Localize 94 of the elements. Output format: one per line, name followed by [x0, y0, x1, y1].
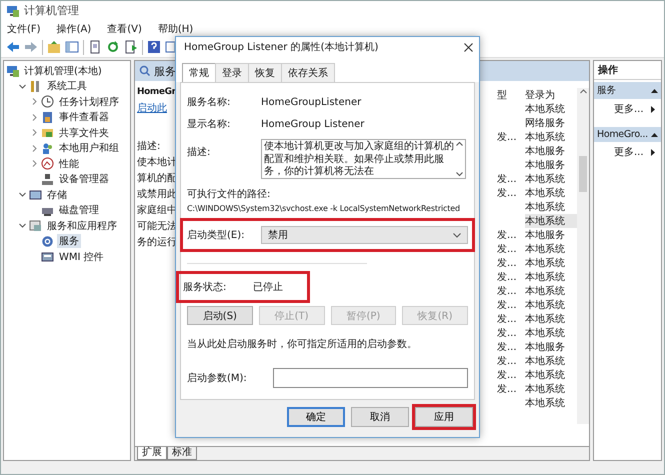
table-cell-text: 发...	[497, 243, 518, 256]
dialog-title: HomeGroup Listener 的属性(本地计算机)	[184, 40, 378, 54]
table-cell-text: 发...	[497, 285, 518, 298]
description-label: 描述:	[137, 140, 160, 153]
table-cell-text: 本地系统	[525, 382, 566, 396]
dialog-button[interactable]: 确定	[287, 407, 345, 427]
table-cell-text: 发...	[497, 229, 518, 242]
table-cell-text: 本地系统	[525, 368, 566, 382]
table-cell-text: 本地服务	[525, 144, 566, 158]
table-cell-text: 发...	[497, 327, 518, 340]
menu-item[interactable]: 查看(V)	[107, 22, 142, 36]
table-cell-text: 本地系统	[525, 186, 566, 200]
dialog-button[interactable]: 应用	[415, 407, 473, 427]
tree-item[interactable]: 事件查看器	[57, 110, 111, 124]
tree-item[interactable]: 设备管理器	[57, 172, 111, 186]
field-label: 启动类型(E):	[187, 228, 246, 242]
table-cell-text: 本地系统	[525, 130, 566, 144]
field-label: 服务状态:	[183, 280, 228, 294]
field-value: HomeGroupListener	[261, 96, 362, 108]
menu-item[interactable]: 文件(F)	[7, 22, 41, 36]
table-cell-text: 发...	[497, 131, 518, 144]
action-link[interactable]: 更多...	[614, 145, 644, 159]
path-text: C:\WINDOWS\System32\svchost.exe -k LocalSystemNetworkRestricted	[187, 204, 460, 213]
tree-item[interactable]: 系统工具	[45, 79, 89, 94]
status-value: 已停止	[253, 280, 283, 294]
window-title: 计算机管理	[24, 3, 79, 18]
table-cell-text: 本地系统	[525, 284, 566, 298]
menu-item[interactable]: 操作(A)	[56, 22, 92, 36]
tree-item[interactable]: 磁盘管理	[57, 203, 101, 218]
table-cell: 本地系统	[525, 214, 577, 228]
table-cell-text: 本地系统	[525, 242, 566, 256]
hint-text: 当从此处启动服务时，你可指定所适用的启动参数。	[187, 338, 418, 351]
panel-title: 操作	[594, 61, 661, 80]
table-cell-text: 发...	[497, 299, 518, 312]
table-cell-text: 发...	[497, 257, 518, 270]
tree-item[interactable]: 服务和应用程序	[45, 218, 119, 233]
panel-title: 服务	[154, 64, 176, 78]
description-text: 使本地计算机更改与加入家庭组的计算机的配置和维护相关联。如果停止或禁用此服务，你的计算机将无法在	[264, 141, 454, 177]
service-name: HomeGr	[137, 87, 176, 97]
tree-item[interactable]: 共享文件夹	[57, 126, 111, 140]
table-cell-text: 发...	[497, 383, 518, 396]
table-cell-text: 本地服务	[525, 340, 566, 354]
table-cell-text: 本地系统	[525, 326, 566, 340]
table-cell-text: 本地系统	[525, 200, 566, 214]
field-label: 启动参数(M):	[187, 372, 248, 385]
startup-type-dropdown[interactable]: 禁用	[261, 226, 468, 244]
tree-item[interactable]: 本地用户和组	[57, 141, 121, 156]
table-cell-text: 发...	[497, 173, 518, 186]
field-label: 可执行文件的路径:	[187, 188, 272, 201]
table-cell-text: 本地系统	[525, 172, 566, 186]
table-cell-text: 本地系统	[525, 270, 566, 284]
table-cell-text: 本地系统	[525, 396, 566, 410]
table-cell-text: 发...	[497, 355, 518, 368]
tab[interactable]: 常规	[182, 63, 216, 82]
section-header[interactable]: 服务	[594, 82, 661, 99]
action-link[interactable]: 更多...	[614, 102, 644, 116]
tab[interactable]: 登录	[215, 63, 249, 82]
field-label: 服务名称:	[187, 96, 232, 109]
description-text: 使本地计	[137, 156, 177, 169]
table-cell-text: 网络服务	[525, 117, 566, 130]
table-cell-text: 发...	[497, 341, 518, 354]
start-link[interactable]: 启动此	[137, 101, 167, 115]
tree-item[interactable]: 任务计划程序	[57, 94, 121, 109]
table-cell-text: 本地系统	[525, 102, 566, 116]
field-value: HomeGroup Listener	[261, 118, 364, 130]
tree-item[interactable]: 服务	[57, 234, 81, 248]
field-label: 显示名称:	[187, 118, 232, 131]
tree-item[interactable]: 性能	[57, 156, 81, 171]
section-title: 服务	[597, 84, 616, 97]
table-cell-text: 本地服务	[525, 158, 566, 172]
field-label: 描述:	[187, 146, 212, 159]
table-cell-text: 发...	[497, 187, 518, 200]
view-tab[interactable]: 扩展	[137, 447, 167, 460]
table-cell-text: 本地系统	[525, 256, 566, 270]
table-cell-text: 本地系统	[525, 298, 566, 312]
section-header[interactable]: HomeGro...	[594, 127, 661, 142]
tree-item[interactable]: WMI 控件	[57, 250, 106, 264]
tree-item[interactable]: 存储	[45, 188, 69, 202]
table-cell-text: 发...	[497, 369, 518, 382]
section-title: HomeGro...	[597, 129, 648, 140]
table-cell-text: 发...	[497, 271, 518, 284]
table-cell-text: 本地系统	[525, 312, 566, 326]
table-cell-text: 本地服务	[525, 228, 566, 242]
column-header[interactable]: 登录为	[525, 88, 577, 102]
dialog-button[interactable]: 取消	[351, 407, 409, 427]
menu-item[interactable]: 帮助(H)	[158, 22, 194, 36]
tab[interactable]: 依存关系	[281, 63, 335, 82]
table-cell-text: 本地系统	[525, 354, 566, 368]
tab[interactable]: 恢复	[248, 63, 282, 82]
column-header[interactable]: 型	[497, 88, 525, 102]
tree-item[interactable]: 计算机管理(本地)	[22, 64, 104, 78]
service-button[interactable]: 启动(S)	[187, 306, 253, 325]
view-tab[interactable]: 标准	[167, 447, 197, 460]
table-cell-text: 发...	[497, 313, 518, 326]
